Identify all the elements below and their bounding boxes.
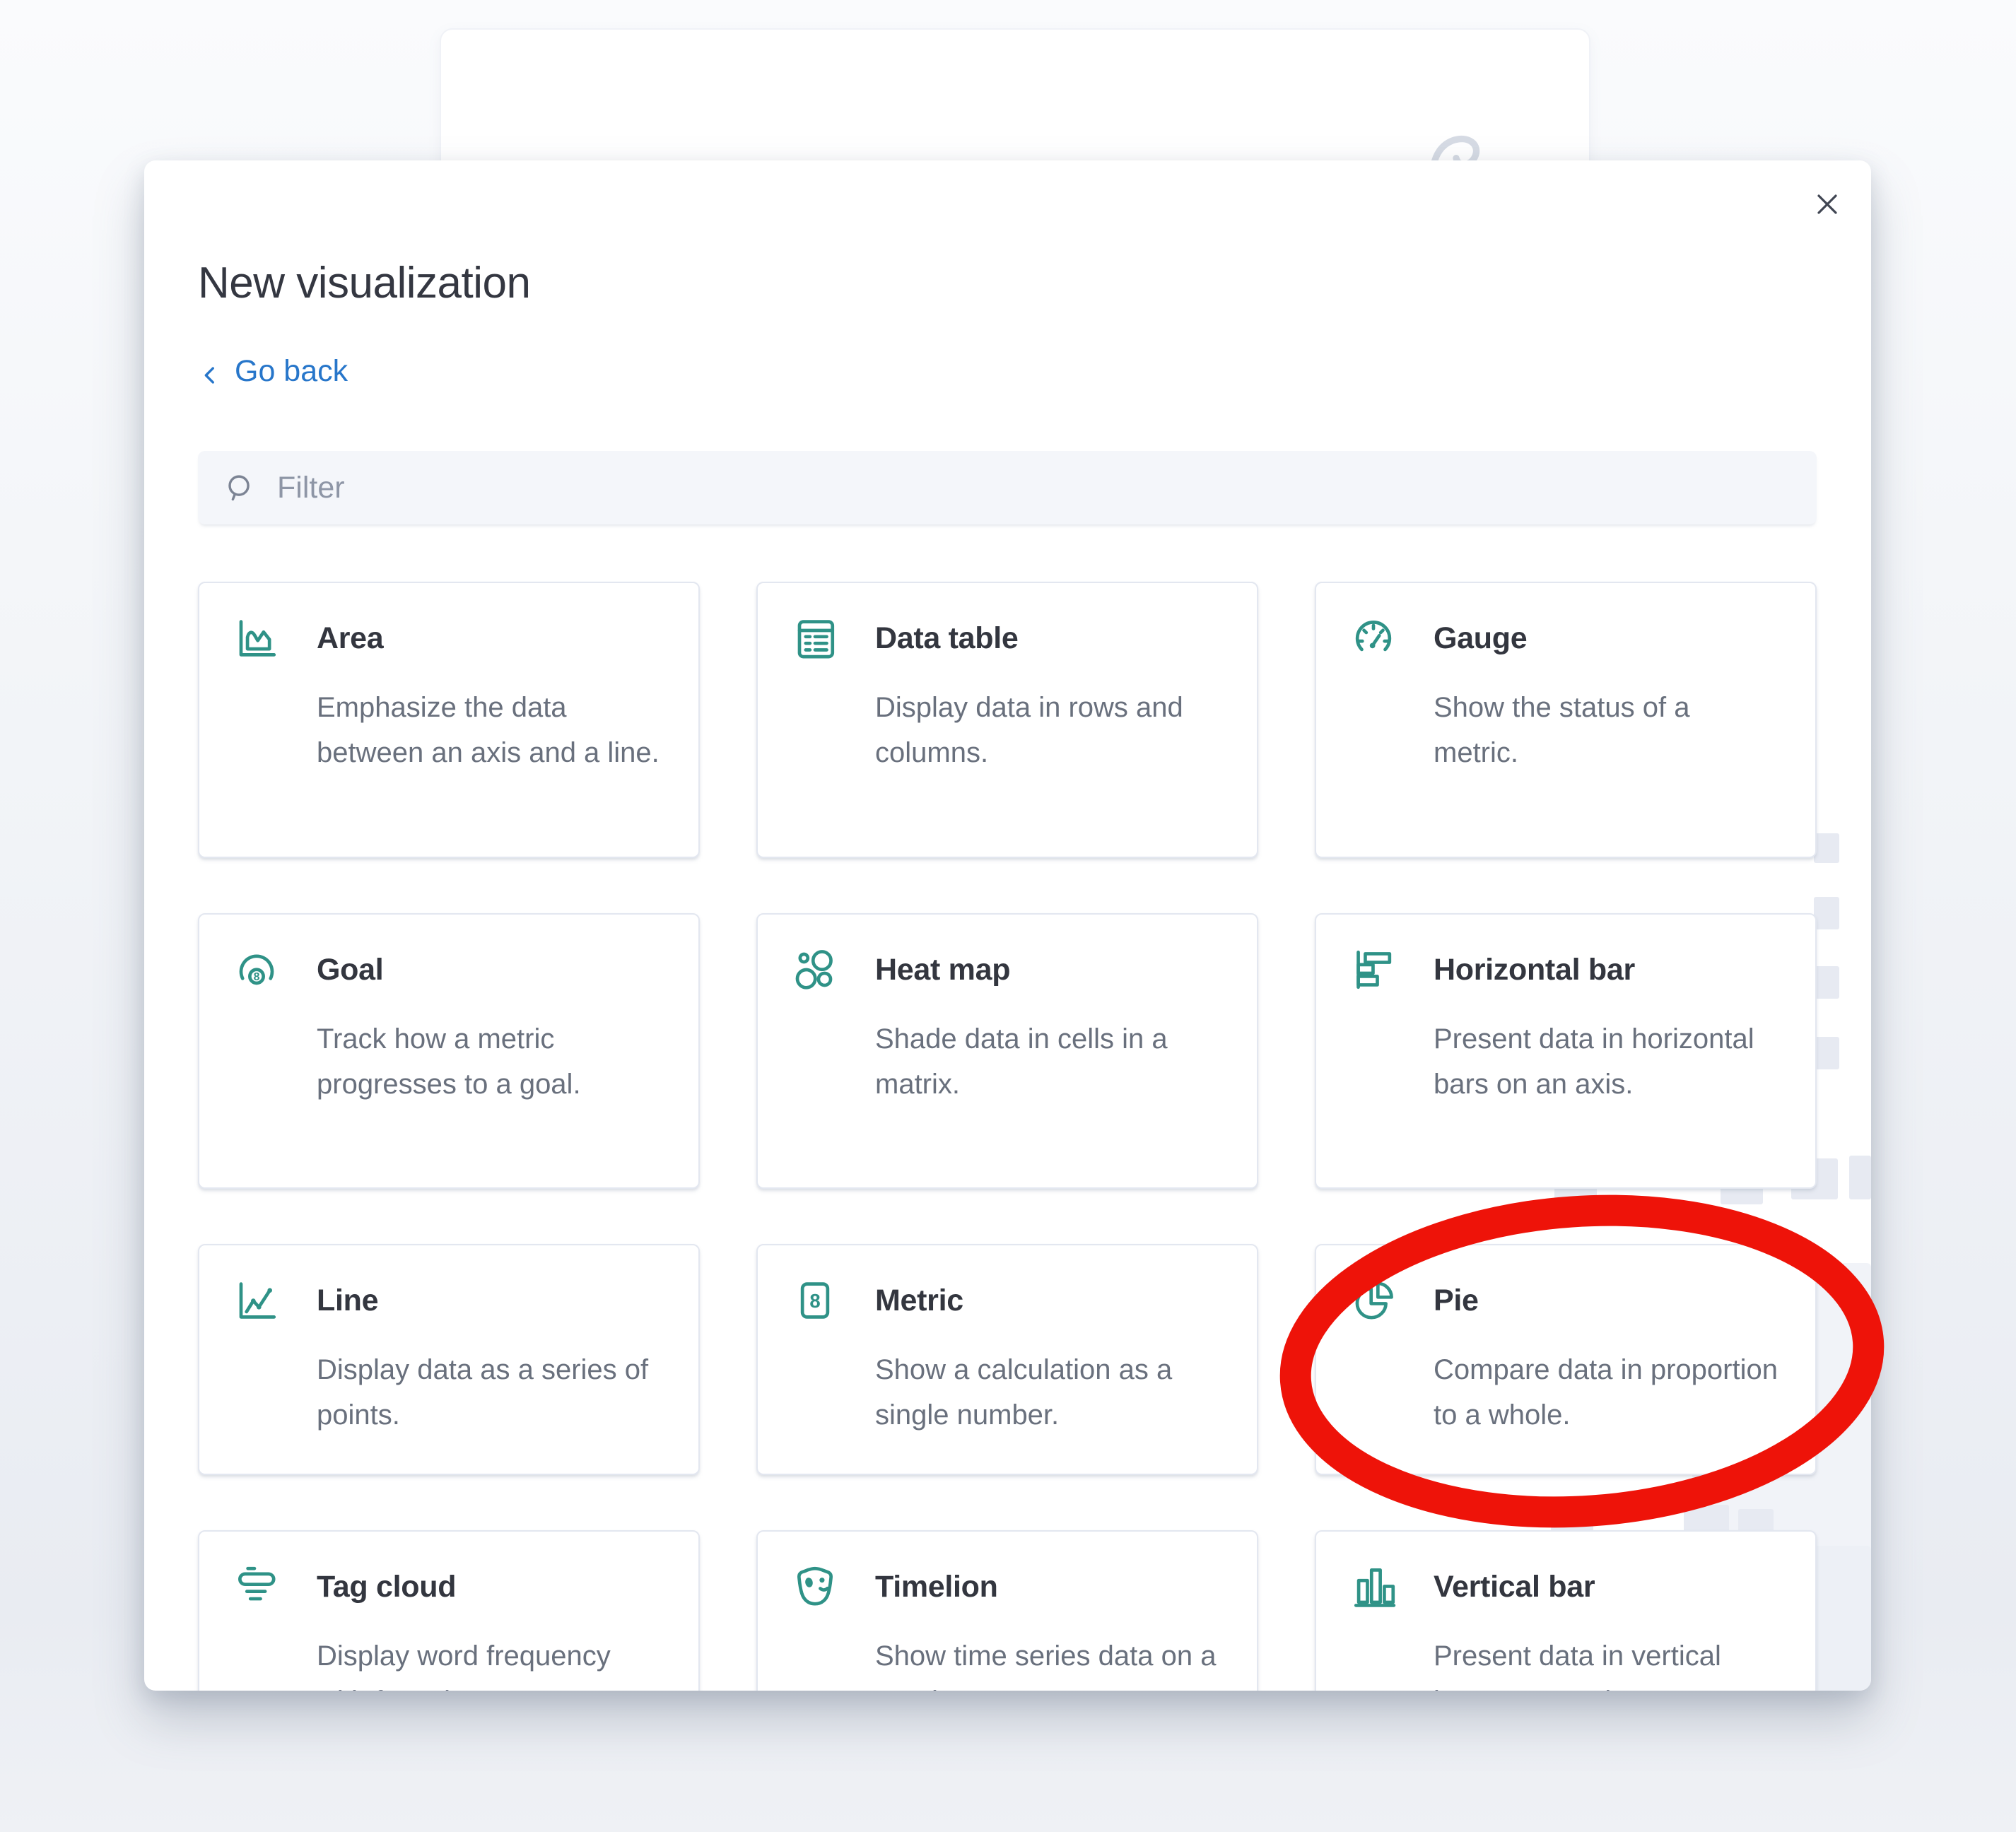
heat-map-icon [792, 946, 838, 993]
viz-card-area[interactable]: Area Emphasize the data between an axis … [198, 582, 700, 858]
filter-input[interactable] [256, 451, 1817, 524]
viz-card-description: Show a calculation as a single number. [875, 1347, 1223, 1438]
metric-icon: 8 [792, 1277, 838, 1324]
viz-card-metric[interactable]: 8 Metric Show a calculation as a single … [756, 1244, 1258, 1475]
viz-card-vertical-bar[interactable]: Vertical bar Present data in vertical ba… [1315, 1530, 1817, 1691]
viz-card-description: Show the status of a metric. [1434, 685, 1781, 775]
viz-card-description: Emphasize the data between an axis and a… [317, 685, 664, 775]
filter-field [198, 451, 1817, 524]
viz-card-title: Line [317, 1284, 378, 1318]
viz-card-title: Metric [875, 1284, 963, 1318]
viz-card-description: Display data as a series of points. [317, 1347, 664, 1438]
decorative-square [1814, 966, 1839, 999]
visualization-type-grid: Area Emphasize the data between an axis … [198, 582, 1817, 1691]
decorative-square [1814, 833, 1839, 863]
viz-card-pie[interactable]: Pie Compare data in proportion to a whol… [1315, 1244, 1817, 1475]
line-chart-icon [233, 1277, 280, 1324]
viz-card-tag-cloud[interactable]: Tag cloud Display word frequency with fo… [198, 1530, 700, 1691]
viz-card-data-table[interactable]: Data table Display data in rows and colu… [756, 582, 1258, 858]
decorative-square [1814, 1037, 1839, 1069]
decorative-square [1849, 1156, 1871, 1199]
viz-card-description: Show time series data on a graph. [875, 1633, 1223, 1691]
viz-card-line[interactable]: Line Display data as a series of points. [198, 1244, 700, 1475]
tag-cloud-icon [233, 1563, 280, 1610]
viz-card-title: Goal [317, 953, 383, 987]
new-visualization-modal: New visualization Go back Area Emphasize… [144, 160, 1871, 1691]
search-icon [223, 471, 256, 504]
viz-card-description: Compare data in proportion to a whole. [1434, 1347, 1781, 1438]
svg-text:8: 8 [809, 1290, 820, 1312]
svg-text:8: 8 [254, 971, 260, 983]
data-table-icon [792, 615, 838, 662]
viz-card-goal[interactable]: 8 Goal Track how a metric progresses to … [198, 913, 700, 1189]
viz-card-title: Area [317, 621, 383, 656]
viz-card-title: Pie [1434, 1284, 1479, 1318]
viz-card-timelion[interactable]: Timelion Show time series data on a grap… [756, 1530, 1258, 1691]
viz-card-gauge[interactable]: Gauge Show the status of a metric. [1315, 582, 1817, 858]
page: { "modal": { "title": "New visualization… [0, 0, 2016, 1832]
viz-card-title: Vertical bar [1434, 1570, 1595, 1604]
goal-icon: 8 [233, 946, 280, 993]
viz-card-description: Present data in horizontal bars on an ax… [1434, 1016, 1781, 1107]
viz-card-title: Tag cloud [317, 1570, 456, 1604]
viz-card-horizontal-bar[interactable]: Horizontal bar Present data in horizonta… [1315, 913, 1817, 1189]
viz-card-description: Present data in vertical bars on an axis… [1434, 1633, 1781, 1691]
timelion-icon [792, 1563, 838, 1610]
viz-card-title: Gauge [1434, 621, 1527, 656]
chevron-left-icon [198, 359, 222, 383]
viz-card-description: Display word frequency with font size. [317, 1633, 664, 1691]
pie-chart-icon [1350, 1277, 1397, 1324]
viz-card-description: Track how a metric progresses to a goal. [317, 1016, 664, 1107]
viz-card-title: Timelion [875, 1570, 998, 1604]
modal-title: New visualization [198, 258, 531, 309]
go-back-label: Go back [235, 353, 348, 389]
viz-card-title: Horizontal bar [1434, 953, 1635, 987]
horizontal-bar-icon [1350, 946, 1397, 993]
viz-card-title: Data table [875, 621, 1019, 656]
gauge-icon [1350, 615, 1397, 662]
viz-card-title: Heat map [875, 953, 1010, 987]
decorative-square [1814, 897, 1839, 929]
go-back-link[interactable]: Go back [198, 353, 348, 389]
close-icon[interactable] [1805, 182, 1850, 227]
viz-card-description: Display data in rows and columns. [875, 685, 1223, 775]
vertical-bar-icon [1350, 1563, 1397, 1610]
area-chart-icon [233, 615, 280, 662]
viz-card-heat-map[interactable]: Heat map Shade data in cells in a matrix… [756, 913, 1258, 1189]
viz-card-description: Shade data in cells in a matrix. [875, 1016, 1223, 1107]
